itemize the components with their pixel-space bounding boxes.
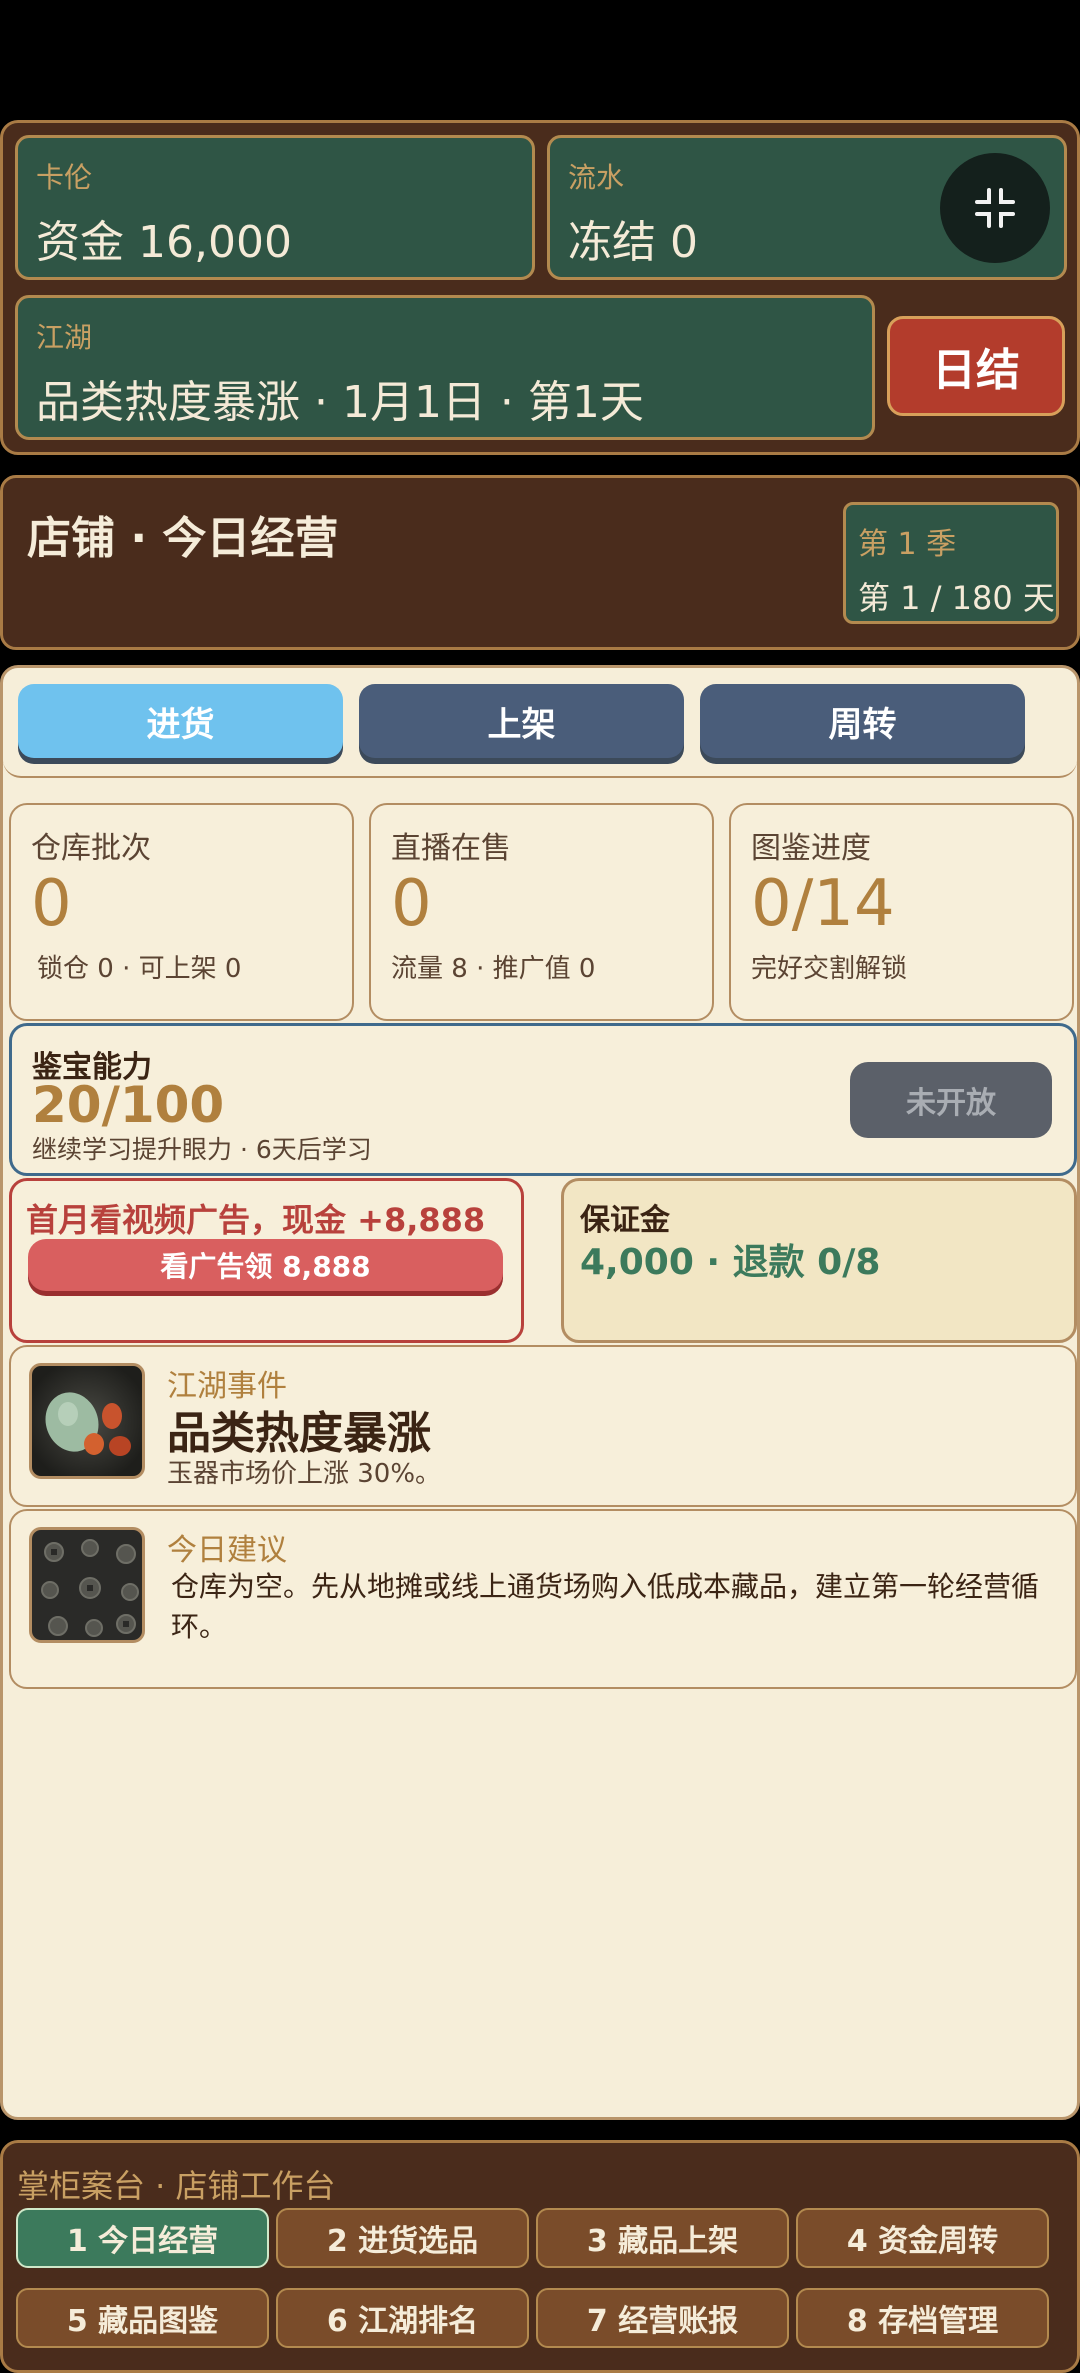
deposit-card: 保证金 4,000 · 退款 0/8 [561, 1178, 1077, 1343]
appraisal-value: 20/100 [32, 1076, 225, 1134]
appraisal-sub: 继续学习提升眼力 · 6天后学习 [32, 1135, 372, 1164]
nav-reports[interactable]: 7 经营账报 [536, 2288, 789, 2348]
coins-thumbnail [29, 1527, 145, 1643]
coins-icon [41, 1539, 139, 1637]
season-badge: 第 1 季 第 1 / 180 天 [843, 502, 1059, 624]
warehouse-sub: 锁仓 0 · 可上架 0 [37, 954, 242, 984]
catalog-label: 图鉴进度 [751, 831, 871, 866]
nav-ranking[interactable]: 6 江湖排名 [276, 2288, 529, 2348]
main-panel: 进货 上架 周转 仓库批次 0 锁仓 0 · 可上架 0 直播在售 0 流量 8… [0, 665, 1080, 2120]
tab-restock[interactable]: 进货 [18, 684, 343, 758]
watch-ad-button[interactable]: 看广告领 8,888 [28, 1239, 503, 1291]
frozen-value: 冻结 0 [568, 217, 698, 268]
nav-today-ops[interactable]: 1 今日经营 [16, 2208, 269, 2268]
warehouse-card[interactable]: 仓库批次 0 锁仓 0 · 可上架 0 [9, 803, 354, 1021]
nav-title: 掌柜案台 · 店铺工作台 [17, 2167, 336, 2205]
learn-button[interactable]: 未开放 [850, 1062, 1052, 1138]
collapse-icon [975, 188, 1015, 228]
page-title: 店铺 · 今日经营 [27, 513, 339, 564]
advice-card: 今日建议 仓库为空。先从地摊或线上通货场购入低成本藏品，建立第一轮经营循环。 [9, 1509, 1077, 1689]
appraisal-card: 鉴宝能力 20/100 继续学习提升眼力 · 6天后学习 未开放 [9, 1023, 1077, 1176]
jade-stones-icon [45, 1392, 131, 1456]
nav-restock[interactable]: 2 进货选品 [276, 2208, 529, 2268]
catalog-sub: 完好交割解锁 [751, 954, 908, 984]
ad-title: 首月看视频广告，现金 +8,888 [26, 1201, 486, 1239]
live-sub: 流量 8 · 推广值 0 [391, 954, 596, 984]
status-header: 卡伦 资金 16,000 流水 冻结 0 江湖 品类热度暴涨 · 1月1日 · … [0, 120, 1080, 455]
live-card[interactable]: 直播在售 0 流量 8 · 推广值 0 [369, 803, 714, 1021]
warehouse-label: 仓库批次 [31, 831, 151, 866]
nav-funds[interactable]: 4 资金周转 [796, 2208, 1049, 2268]
tab-turnover[interactable]: 周转 [700, 684, 1025, 758]
catalog-value: 0/14 [751, 867, 895, 941]
live-value: 0 [391, 867, 432, 941]
event-line: 品类热度暴涨 · 1月1日 · 第1天 [36, 377, 644, 428]
deposit-value: 4,000 · 退款 0/8 [580, 1242, 881, 1283]
collapse-button[interactable] [940, 153, 1050, 263]
end-day-button[interactable]: 日结 [887, 316, 1065, 416]
advice-tag: 今日建议 [167, 1533, 287, 1568]
tab-strip: 进货 上架 周转 [3, 668, 1077, 778]
jianghu-box: 江湖 品类热度暴涨 · 1月1日 · 第1天 [15, 295, 875, 440]
day-progress: 第 1 / 180 天 [858, 579, 1055, 617]
nav-saves[interactable]: 8 存档管理 [796, 2288, 1049, 2348]
nav-shelve[interactable]: 3 藏品上架 [536, 2208, 789, 2268]
flow-label: 流水 [568, 161, 625, 194]
funds-box: 卡伦 资金 16,000 [15, 135, 535, 280]
jianghu-label: 江湖 [36, 321, 93, 354]
advice-text: 仓库为空。先从地摊或线上通货场购入低成本藏品，建立第一轮经营循环。 [171, 1570, 1040, 1643]
warehouse-value: 0 [31, 867, 72, 941]
catalog-card[interactable]: 图鉴进度 0/14 完好交割解锁 [729, 803, 1074, 1021]
flow-box: 流水 冻结 0 [547, 135, 1067, 280]
season-label: 第 1 季 [858, 527, 957, 562]
jade-thumbnail [29, 1363, 145, 1479]
tab-shelve[interactable]: 上架 [359, 684, 684, 758]
funds-value: 资金 16,000 [36, 217, 292, 268]
event-title: 品类热度暴涨 [167, 1408, 431, 1459]
player-name: 卡伦 [36, 161, 93, 194]
shop-header: 店铺 · 今日经营 第 1 季 第 1 / 180 天 [0, 475, 1080, 650]
live-label: 直播在售 [391, 831, 511, 866]
event-desc: 玉器市场价上涨 30%。 [167, 1459, 442, 1489]
nav-catalog[interactable]: 5 藏品图鉴 [16, 2288, 269, 2348]
event-card: 江湖事件 品类热度暴涨 玉器市场价上涨 30%。 [9, 1345, 1077, 1507]
ad-promo-card: 首月看视频广告，现金 +8,888 看广告领 8,888 [9, 1178, 524, 1343]
bottom-nav: 掌柜案台 · 店铺工作台 1 今日经营 2 进货选品 3 藏品上架 4 资金周转… [0, 2140, 1080, 2373]
